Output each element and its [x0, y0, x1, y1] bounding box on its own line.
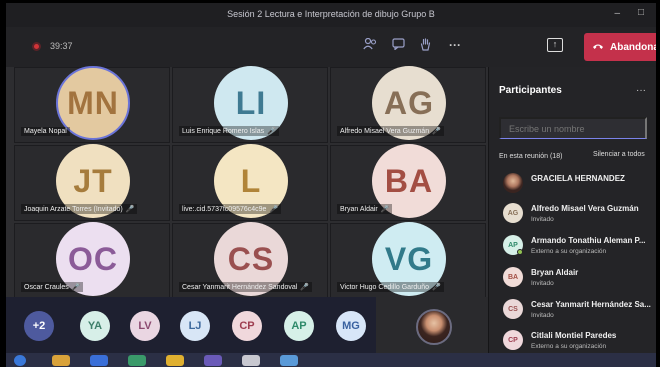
title-bar: Sesión 2 Lectura e Interpretación de dib… — [6, 3, 656, 27]
in-meeting-header: En esta reunión (18) — [499, 153, 563, 160]
participant-name: Citlali Montiel Paredes — [531, 331, 617, 340]
participant-tile[interactable]: OC Oscar Craules 🎤 — [14, 222, 170, 299]
app-icon[interactable] — [242, 355, 260, 366]
mic-icon: 🎤 — [269, 206, 279, 213]
app-icon[interactable] — [280, 355, 298, 366]
participant-name: Alfredo Misael Vera Guzmán — [531, 204, 639, 213]
mic-icon: 🎤 — [125, 206, 135, 213]
recording-icon — [32, 42, 41, 51]
teams-icon[interactable] — [204, 355, 222, 366]
chrome-icon[interactable] — [52, 355, 70, 366]
meeting-toolbar: 39:37 ··· ↑ Abandonar — [6, 27, 656, 67]
teams-meeting-window: Sesión 2 Lectura e Interpretación de dib… — [6, 3, 656, 363]
participant-tile[interactable]: L live:.cid.5737fc09576c4c9e 🎤 — [172, 144, 328, 221]
os-taskbar — [6, 353, 656, 367]
participants-panel: Participantes ··· En esta reunión (18) S… — [488, 67, 656, 363]
meeting-timer: 39:37 — [50, 41, 73, 51]
mini-avatar[interactable]: MG — [336, 311, 366, 341]
panel-title: Participantes — [499, 85, 562, 96]
mini-avatar[interactable]: LV — [130, 311, 160, 341]
participant-tile[interactable]: VG Victor Hugo Cedillo Garduño 🎤 — [330, 222, 486, 299]
participant-name-label: live:.cid.5737fc09576c4c9e 🎤 — [179, 204, 282, 214]
participant-list-item[interactable]: BA Bryan Aldair Invitado — [499, 265, 656, 295]
mic-icon: 🎤 — [71, 284, 81, 291]
app-icon[interactable] — [128, 355, 146, 366]
participant-tile[interactable]: CS Cesar Yanmarit Hernández Sandoval 🎤 — [172, 222, 328, 299]
participant-avatar: CP — [503, 330, 523, 350]
mini-avatar[interactable]: YA — [80, 311, 110, 341]
minimize-icon[interactable]: – — [614, 8, 620, 19]
leave-label: Abandonar — [610, 41, 656, 53]
participant-name-label: Mayela Nopal — [21, 127, 70, 136]
online-status-icon — [517, 249, 523, 255]
mini-avatar[interactable]: AP — [284, 311, 314, 341]
mic-icon: 🎤 — [431, 284, 441, 291]
edge-icon[interactable] — [90, 355, 108, 366]
participants-icon[interactable] — [363, 37, 377, 53]
folder-icon[interactable] — [166, 355, 184, 366]
search-input[interactable] — [499, 117, 647, 139]
maximize-icon[interactable]: □ — [638, 7, 644, 18]
participant-avatar: BA — [503, 267, 523, 287]
mute-all-button[interactable]: Silenciar a todos — [593, 151, 645, 158]
raise-hand-icon[interactable] — [420, 38, 431, 54]
participant-list-item[interactable]: AG Alfredo Misael Vera Guzmán Invitado — [499, 201, 656, 231]
start-icon[interactable] — [14, 355, 26, 366]
more-participants-button[interactable]: +2 — [24, 311, 54, 341]
participant-name-label: Joaquin Arzate Torres (Invitado) 🎤 — [21, 204, 138, 214]
participant-name-label: Luis Enrique Romero Islas 🎤 — [179, 126, 279, 136]
mini-avatar[interactable]: LJ — [180, 311, 210, 341]
participant-role: Invitado — [531, 312, 554, 319]
participant-name-label: Alfredo Misael Vera Guzmán 🎤 — [337, 126, 444, 136]
participant-tile[interactable]: BA Bryan Aldair 🎤 — [330, 144, 486, 221]
more-options-icon[interactable]: ··· — [636, 85, 646, 96]
participant-role: Invitado — [531, 280, 554, 287]
participant-name-label: Bryan Aldair 🎤 — [337, 204, 393, 214]
participant-avatar: AG — [503, 203, 523, 223]
participant-tile[interactable]: MN Mayela Nopal — [14, 66, 170, 143]
share-screen-icon[interactable]: ↑ — [547, 38, 563, 52]
mic-icon: 🎤 — [380, 206, 390, 213]
video-gallery: MN Mayela Nopal LI Luis Enrique Romero I… — [6, 66, 488, 299]
phone-hangup-icon — [592, 42, 604, 53]
mini-avatar[interactable]: CP — [232, 311, 262, 341]
window-title: Sesión 2 Lectura e Interpretación de dib… — [227, 9, 435, 19]
participant-tile[interactable]: LI Luis Enrique Romero Islas 🎤 — [172, 66, 328, 143]
participant-list-item[interactable]: CS Cesar Yanmarit Hernández Sa... Invita… — [499, 297, 656, 327]
participant-name: GRACIELA HERNANDEZ — [531, 174, 625, 183]
participant-tile[interactable]: AG Alfredo Misael Vera Guzmán 🎤 — [330, 66, 486, 143]
mic-icon: 🎤 — [300, 284, 310, 291]
participant-name-label: Cesar Yanmarit Hernández Sandoval 🎤 — [179, 282, 313, 292]
participant-role: Invitado — [531, 216, 554, 223]
self-video-tile[interactable] — [376, 297, 488, 357]
participant-list-item[interactable]: GRACIELA HERNANDEZ — [499, 171, 656, 201]
chat-icon[interactable] — [392, 38, 405, 53]
participant-name: Cesar Yanmarit Hernández Sa... — [531, 300, 651, 309]
participant-name-label: Oscar Craules 🎤 — [21, 282, 84, 292]
leave-button[interactable]: Abandonar — [584, 33, 656, 61]
participant-list-item[interactable]: AP Armando Tonathiu Aleman P... Externo … — [499, 233, 656, 263]
self-video-photo — [416, 309, 452, 345]
participant-name: Armando Tonathiu Aleman P... — [531, 236, 646, 245]
participant-role: Externo a su organización — [531, 248, 607, 255]
mic-icon: 🎤 — [267, 128, 276, 135]
participant-name: Bryan Aldair — [531, 268, 579, 277]
participant-name-label: Victor Hugo Cedillo Garduño 🎤 — [337, 282, 444, 292]
participant-photo — [503, 173, 523, 193]
participant-role: Externo a su organización — [531, 343, 607, 350]
participant-tile[interactable]: JT Joaquin Arzate Torres (Invitado) 🎤 — [14, 144, 170, 221]
mic-icon: 🎤 — [432, 128, 441, 135]
participant-avatar: CS — [503, 299, 523, 319]
more-actions-icon[interactable]: ··· — [449, 38, 461, 52]
